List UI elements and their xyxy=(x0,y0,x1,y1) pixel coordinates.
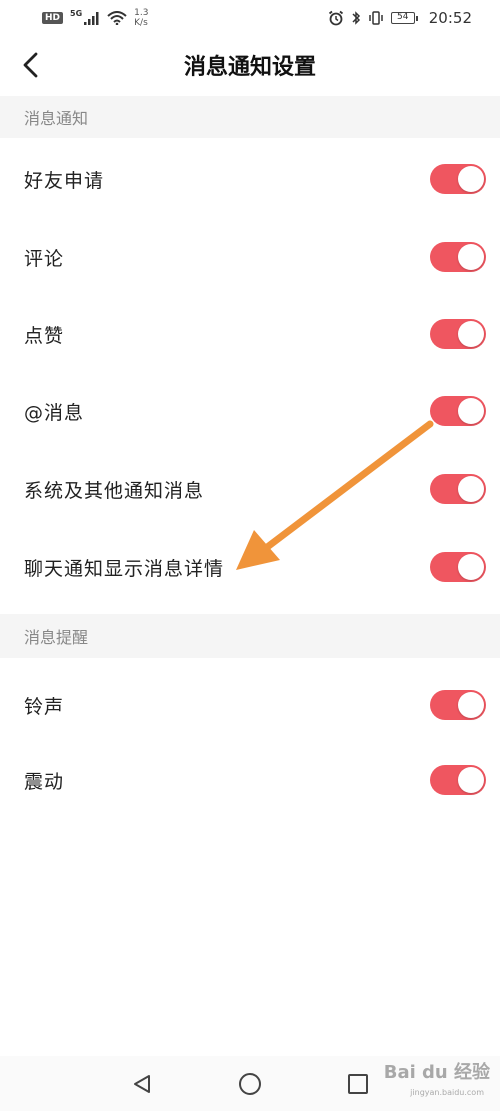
section-header-notifications: 消息通知 xyxy=(0,96,500,138)
alarm-icon xyxy=(328,10,343,26)
mention-toggle[interactable] xyxy=(430,396,486,426)
setting-row-mention: @消息 xyxy=(0,372,500,450)
back-triangle-icon xyxy=(134,1074,150,1093)
section-header-reminders: 消息提醒 xyxy=(0,614,500,658)
status-bar: HD 5G 1.3 K/s 54 20:52 xyxy=(0,0,500,36)
title-bar: 消息通知设置 xyxy=(0,36,500,94)
like-toggle[interactable] xyxy=(430,319,486,349)
network-type: 5G xyxy=(70,8,83,18)
page-title: 消息通知设置 xyxy=(183,55,316,80)
toggle-knob xyxy=(458,476,484,502)
vibration-toggle[interactable] xyxy=(430,765,486,795)
nav-recents-button[interactable] xyxy=(343,1069,373,1099)
status-right: 54 20:52 xyxy=(328,9,472,27)
wifi-icon xyxy=(107,11,127,25)
speed-unit: K/s xyxy=(134,18,148,28)
setting-row-vibration: 震动 xyxy=(0,741,500,819)
setting-label: 聊天通知显示消息详情 xyxy=(24,557,225,580)
setting-label: 铃声 xyxy=(24,695,65,718)
ringtone-toggle[interactable] xyxy=(430,690,486,720)
setting-row-ringtone: 铃声 xyxy=(0,666,500,744)
setting-row-friend-request: 好友申请 xyxy=(0,140,500,218)
battery-icon: 54 xyxy=(390,12,418,24)
toggle-knob xyxy=(458,767,484,793)
system-notifications-toggle[interactable] xyxy=(430,474,486,504)
hd-badge: HD xyxy=(42,12,64,24)
setting-label: @消息 xyxy=(24,401,85,424)
setting-label: 点赞 xyxy=(24,324,65,347)
nav-back-button[interactable] xyxy=(127,1069,157,1099)
setting-row-like: 点赞 xyxy=(0,295,500,373)
setting-label: 评论 xyxy=(24,247,65,270)
vibrate-icon xyxy=(369,11,383,25)
setting-row-chat-details: 聊天通知显示消息详情 xyxy=(0,528,500,606)
toggle-knob xyxy=(458,166,484,192)
setting-row-comment: 评论 xyxy=(0,218,500,296)
setting-label: 好友申请 xyxy=(24,169,105,192)
setting-label: 震动 xyxy=(24,770,65,793)
toggle-knob xyxy=(458,321,484,347)
network-speed: 1.3 K/s xyxy=(134,8,148,28)
toggle-knob xyxy=(458,554,484,580)
status-time: 20:52 xyxy=(428,9,472,27)
toggle-knob xyxy=(458,692,484,718)
watermark-logo: Bai du 经验 xyxy=(383,1062,490,1083)
comment-toggle[interactable] xyxy=(430,242,486,272)
friend-request-toggle[interactable] xyxy=(430,164,486,194)
battery-level: 54 xyxy=(390,12,415,24)
setting-row-system-notifications: 系统及其他通知消息 xyxy=(0,450,500,528)
nav-home-button[interactable] xyxy=(235,1069,265,1099)
setting-label: 系统及其他通知消息 xyxy=(24,479,205,502)
toggle-knob xyxy=(458,398,484,424)
toggle-knob xyxy=(458,244,484,270)
recents-square-icon xyxy=(348,1073,368,1094)
signal-icon xyxy=(84,11,99,25)
watermark-url: jingyan.baidu.com xyxy=(410,1088,484,1097)
chat-details-toggle[interactable] xyxy=(430,552,486,582)
bluetooth-icon xyxy=(352,11,360,25)
home-circle-icon xyxy=(239,1072,261,1095)
speed-value: 1.3 xyxy=(134,8,149,18)
status-left: HD 5G 1.3 K/s xyxy=(42,8,148,28)
